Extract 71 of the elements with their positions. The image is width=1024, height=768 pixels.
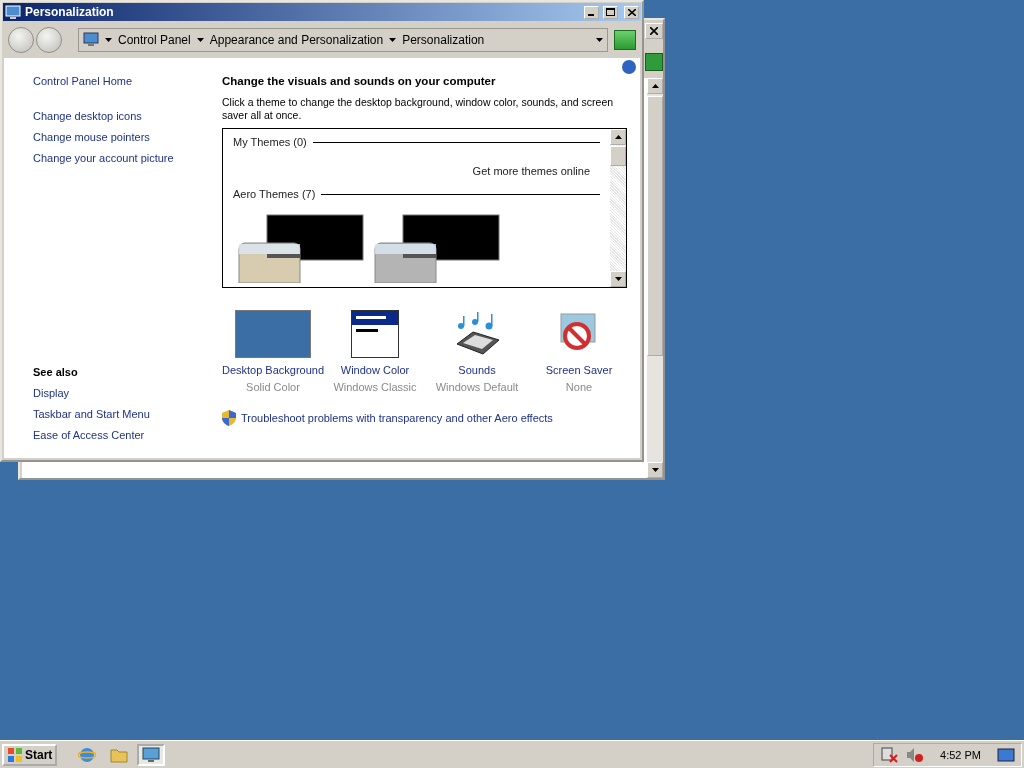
close-button[interactable] — [624, 5, 639, 19]
setting-link[interactable]: Desktop Background — [221, 364, 325, 376]
caret-icon — [389, 38, 397, 42]
desktop-icon[interactable] — [997, 746, 1015, 763]
theme-thumbnail[interactable] — [238, 213, 364, 283]
theme-group-title: My Themes (0) — [233, 136, 307, 148]
setting-link[interactable]: Screen Saver — [545, 364, 613, 376]
sidebar-link[interactable]: Change desktop icons — [33, 106, 222, 127]
scroll-up-button[interactable] — [647, 78, 663, 94]
breadcrumb-item[interactable]: Personalization — [402, 33, 485, 47]
scroll-down-button[interactable] — [647, 462, 663, 478]
breadcrumb-item[interactable]: Control Panel — [118, 33, 191, 47]
up-arrow-icon — [614, 135, 622, 139]
folder-icon — [110, 746, 129, 763]
setting-link[interactable]: Window Color — [340, 364, 410, 376]
minimize-button[interactable] — [584, 5, 599, 19]
monitor-icon — [142, 746, 161, 763]
caret-icon — [596, 38, 603, 42]
scroll-up-button[interactable] — [610, 129, 626, 145]
back-button[interactable] — [8, 27, 34, 53]
page-description: Click a theme to change the desktop background, window color, sounds, and screen saver all at once. — [222, 96, 615, 122]
up-arrow-icon — [651, 84, 659, 88]
setting-value: Solid Color — [246, 381, 300, 393]
windows-logo-icon — [7, 746, 23, 763]
troubleshoot-link[interactable]: Troubleshoot problems with transparency and other Aero effects — [241, 412, 553, 424]
close-icon — [627, 8, 636, 16]
down-arrow-icon — [614, 277, 622, 281]
get-more-themes-link[interactable]: Get more themes online — [472, 165, 590, 177]
setting-value: None — [565, 381, 593, 393]
down-arrow-icon — [651, 468, 659, 472]
refresh-button[interactable] — [614, 30, 636, 50]
setting-value: Windows Classic — [333, 381, 417, 393]
scrollbar[interactable] — [610, 129, 626, 287]
sidebar-link[interactable]: Ease of Access Center — [33, 425, 222, 446]
monitor-icon — [5, 4, 21, 20]
page-heading: Change the visuals and sounds on your computer — [222, 75, 497, 87]
desktop-background-swatch[interactable] — [235, 310, 311, 358]
caret-icon — [105, 38, 112, 42]
sidebar-link[interactable]: Change mouse pointers — [33, 127, 222, 148]
forward-button[interactable] — [36, 27, 62, 53]
scrollbar-thumb[interactable] — [610, 146, 626, 166]
sidebar-link[interactable]: Control Panel Home — [33, 71, 222, 92]
caret-icon — [196, 38, 204, 42]
see-also-heading: See also — [33, 365, 79, 380]
scrollbar-thumb[interactable] — [647, 96, 663, 356]
maximize-icon — [606, 8, 615, 16]
monitor-icon — [83, 32, 99, 48]
clock[interactable]: 4:52 PM — [940, 748, 981, 761]
network-icon[interactable] — [880, 746, 899, 763]
browser-icon — [78, 745, 97, 764]
sidebar-link[interactable]: Display — [33, 383, 222, 404]
maximize-button[interactable] — [603, 5, 618, 19]
breadcrumb-item[interactable]: Appearance and Personalization — [209, 33, 384, 47]
setting-value: Windows Default — [435, 381, 519, 393]
close-icon — [650, 27, 658, 35]
speaker-muted-icon[interactable] — [906, 746, 925, 763]
address-bar[interactable]: Control Panel Appearance and Personalization Personalization — [78, 28, 608, 52]
setting-link[interactable]: Sounds — [458, 364, 496, 376]
sidebar-link[interactable]: Taskbar and Start Menu — [33, 404, 222, 425]
scroll-down-button[interactable] — [610, 271, 626, 287]
start-button[interactable]: Start — [2, 743, 58, 766]
sidebar-link[interactable]: Change your account picture — [33, 148, 222, 169]
shield-icon — [222, 410, 236, 426]
help-icon[interactable] — [622, 60, 636, 74]
window-title: Personalization — [25, 5, 115, 19]
taskbar-button[interactable] — [137, 743, 166, 766]
theme-group-title: Aero Themes (7) — [233, 188, 316, 200]
window-icon[interactable] — [351, 310, 399, 358]
scrollbar[interactable] — [647, 78, 663, 478]
close-button[interactable] — [645, 23, 663, 39]
theme-thumbnail[interactable] — [374, 213, 500, 283]
